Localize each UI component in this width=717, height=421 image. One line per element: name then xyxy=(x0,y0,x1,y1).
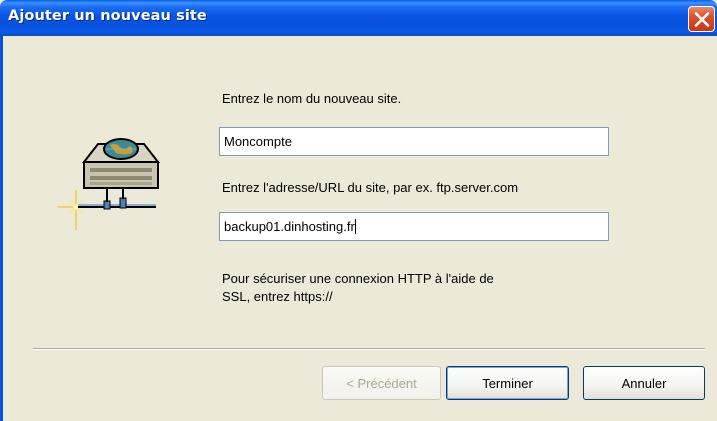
add-site-dialog: Ajouter un nouveau site Entrez le nom du… xyxy=(0,0,717,421)
text-caret xyxy=(354,219,356,234)
site-name-value: Moncompte xyxy=(224,134,292,149)
ssl-hint-line-2: SSL, entrez https:// xyxy=(222,289,333,304)
window-frame-left xyxy=(0,36,3,421)
network-server-icon xyxy=(58,138,168,237)
previous-button[interactable]: < Précédent xyxy=(322,366,441,400)
separator xyxy=(33,348,705,350)
window-title: Ajouter un nouveau site xyxy=(8,8,207,24)
title-bar[interactable]: Ajouter un nouveau site xyxy=(0,0,717,36)
close-button[interactable] xyxy=(688,6,715,32)
close-icon xyxy=(694,12,710,27)
cancel-button[interactable]: Annuler xyxy=(583,366,705,400)
ssl-hint-line-1: Pour sécuriser une connexion HTTP à l'ai… xyxy=(222,271,494,286)
site-name-input[interactable]: Moncompte xyxy=(219,127,609,156)
site-url-input[interactable]: backup01.dinhosting.fr xyxy=(219,212,609,241)
site-name-label: Entrez le nom du nouveau site. xyxy=(222,91,402,106)
finish-button[interactable]: Terminer xyxy=(446,366,569,400)
site-url-value: backup01.dinhosting.fr xyxy=(224,219,355,234)
site-url-label: Entrez l'adresse/URL du site, par ex. ft… xyxy=(222,180,519,195)
